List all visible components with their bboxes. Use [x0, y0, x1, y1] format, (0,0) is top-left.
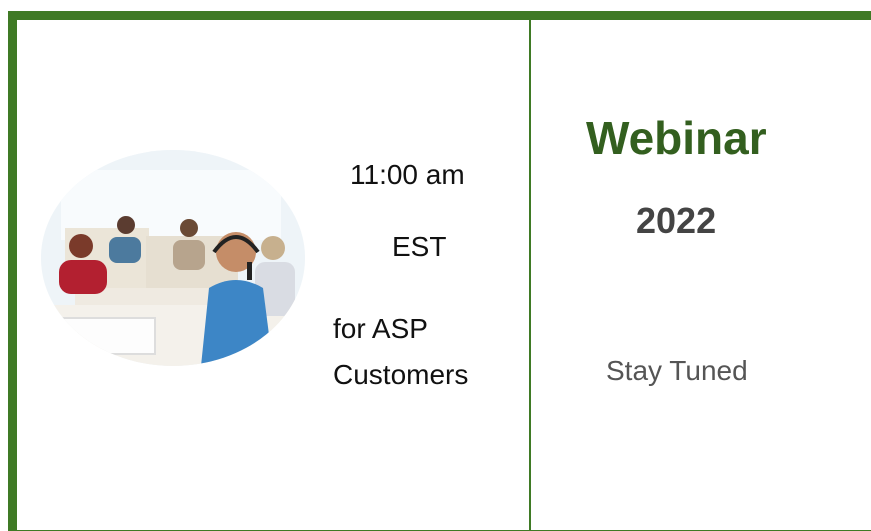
webinar-year: 2022	[636, 200, 717, 241]
webinar-audience: for ASP Customers	[333, 306, 468, 398]
panel-divider	[529, 20, 531, 531]
webinar-time: 11:00 am	[350, 159, 465, 190]
call-center-image	[41, 150, 305, 366]
call-center-photo	[41, 150, 305, 366]
webinar-title: Webinar	[586, 112, 767, 164]
stay-tuned-note: Stay Tuned	[606, 355, 748, 386]
audience-line-1: for ASP	[333, 313, 428, 344]
audience-line-2: Customers	[333, 359, 469, 390]
webinar-timezone: EST	[392, 231, 447, 262]
